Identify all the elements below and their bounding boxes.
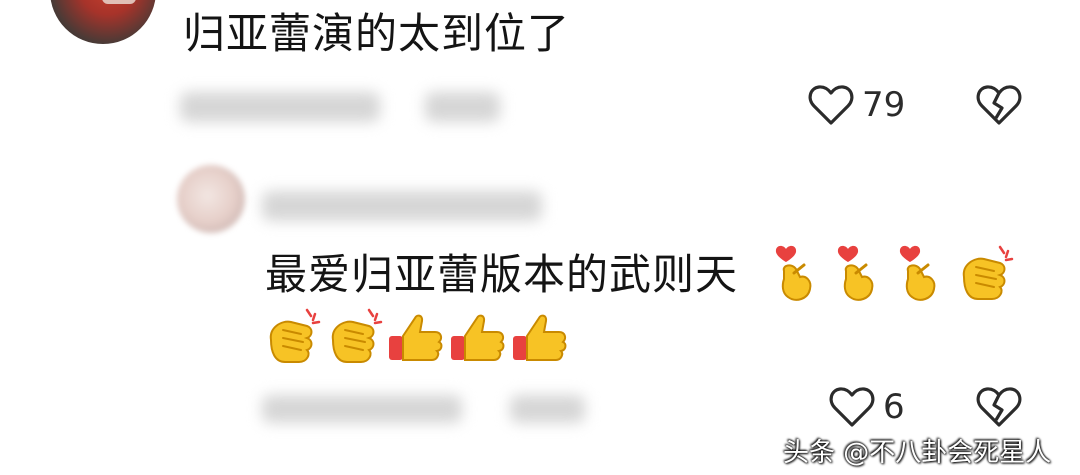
- comment-2-text: 最爱归亚蕾版本的武则天: [265, 250, 739, 299]
- comment-2-avatar[interactable]: [177, 165, 245, 233]
- watermark: 头条 @不八卦会死星人: [783, 438, 1052, 468]
- comment-1-avatar[interactable]: [50, 0, 156, 44]
- broken-heart-icon: [976, 387, 1022, 427]
- comment-2-like-count: 6: [883, 387, 905, 427]
- broken-heart-icon: [976, 85, 1022, 125]
- thumbs-up-emoji-icon: [513, 314, 567, 361]
- finger-heart-emoji-icon: [775, 245, 812, 301]
- comment-1-text: 归亚蕾演的太到位了: [183, 9, 571, 58]
- comment-2-dislike-button[interactable]: [976, 386, 1022, 432]
- heart-outline-icon: [829, 387, 875, 427]
- finger-heart-emoji-icon: [837, 245, 874, 301]
- thumbs-up-emoji-icon: [451, 314, 505, 361]
- finger-heart-emoji-icon: [899, 245, 936, 301]
- comment-2-reply-blurred: [510, 395, 585, 423]
- comment-2-like-button[interactable]: 6: [829, 386, 905, 428]
- comment-2-meta-blurred: [262, 395, 462, 423]
- comment-1-meta-blurred: [180, 92, 380, 122]
- clapping-hands-emoji-icon: [331, 308, 383, 363]
- comment-2-username-blurred: [262, 191, 542, 221]
- clapping-hands-emoji-icon: [962, 245, 1014, 300]
- comment-2-emoji-row-2: [263, 306, 571, 368]
- comment-1-like-button[interactable]: 79: [808, 84, 905, 126]
- thumbs-up-emoji-icon: [389, 314, 443, 361]
- heart-outline-icon: [808, 85, 854, 125]
- comment-1-like-count: 79: [862, 85, 906, 125]
- clapping-hands-emoji-icon: [269, 308, 321, 363]
- comment-2-emoji-row-1: [770, 243, 1016, 305]
- comment-1-dislike-button[interactable]: [976, 84, 1022, 130]
- comment-1-reply-blurred: [425, 92, 500, 122]
